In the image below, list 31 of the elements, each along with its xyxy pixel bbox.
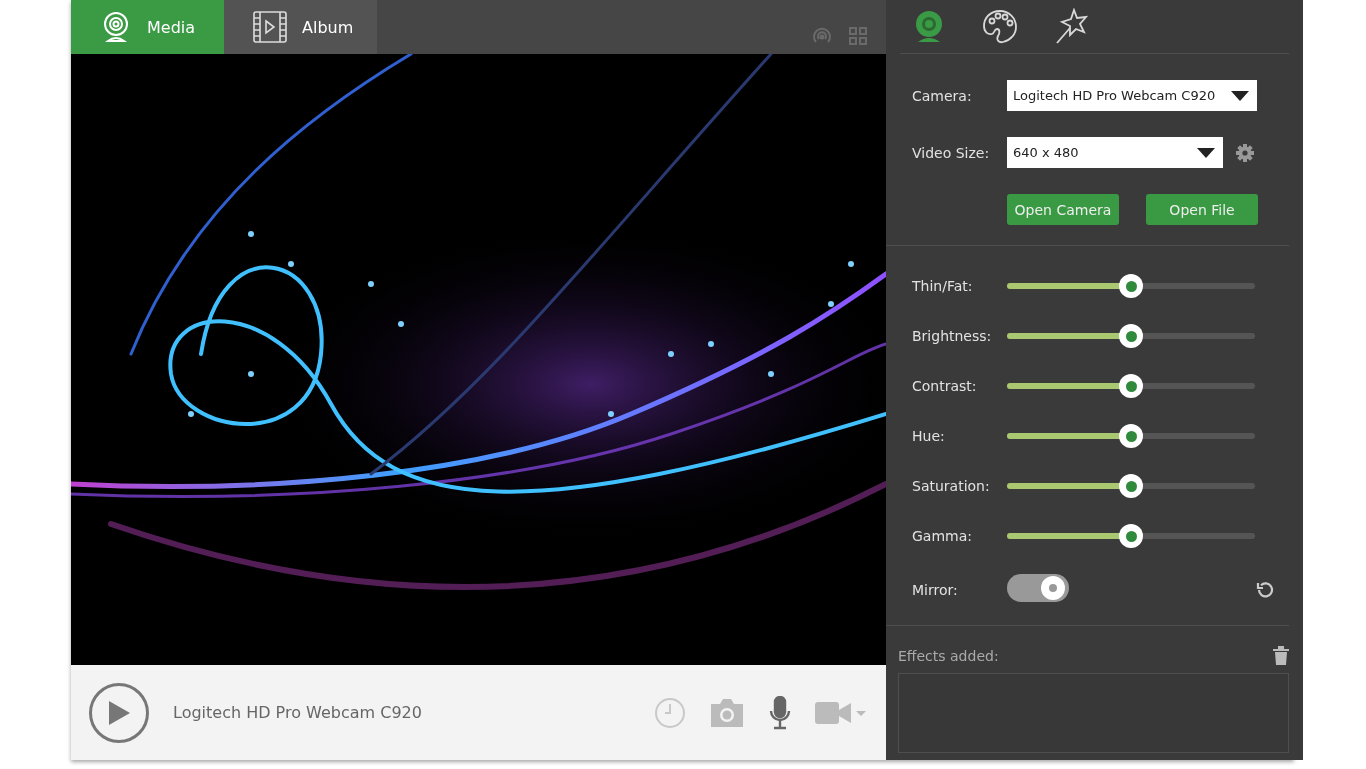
mirror-label: Mirror:	[912, 581, 959, 598]
effects-label: Effects added:	[898, 647, 999, 664]
slider-handle[interactable]	[1119, 424, 1143, 448]
mirror-toggle[interactable]	[1007, 574, 1069, 602]
slider-label: Gamma:	[912, 528, 973, 544]
camera-dropdown[interactable]: Logitech HD Pro Webcam C920	[1007, 80, 1257, 111]
slider-handle[interactable]	[1119, 274, 1143, 298]
panel-tab[interactable]	[982, 8, 1018, 45]
slider-label: Thin/Fat:	[912, 278, 974, 294]
camera-label: Camera:	[912, 87, 973, 104]
play-icon	[106, 698, 132, 727]
slider-label: Saturation:	[912, 478, 991, 494]
video-size-label: Video Size:	[912, 144, 991, 161]
slider-label: Brightness:	[912, 328, 993, 344]
device-name: Logitech HD Pro Webcam C920	[173, 703, 423, 722]
reset-icon[interactable]	[1255, 579, 1275, 600]
settings-icon[interactable]	[1235, 142, 1255, 163]
microphone-icon[interactable]	[768, 695, 792, 730]
slider-handle[interactable]	[1119, 474, 1143, 498]
slider-label: Hue:	[912, 428, 946, 444]
slider-handle[interactable]	[1119, 524, 1143, 548]
slider-handle[interactable]	[1119, 324, 1143, 348]
play-button[interactable]	[89, 682, 149, 743]
tab[interactable]: Media	[71, 0, 224, 54]
trash-icon[interactable]	[1273, 646, 1289, 665]
slider-handle[interactable]	[1119, 374, 1143, 398]
slider-label: Contrast:	[912, 378, 978, 394]
film-icon	[252, 10, 288, 44]
palette-icon	[982, 8, 1018, 45]
video-size-dropdown[interactable]: 640 x 480	[1007, 137, 1223, 168]
tab[interactable]: Album	[224, 0, 377, 54]
